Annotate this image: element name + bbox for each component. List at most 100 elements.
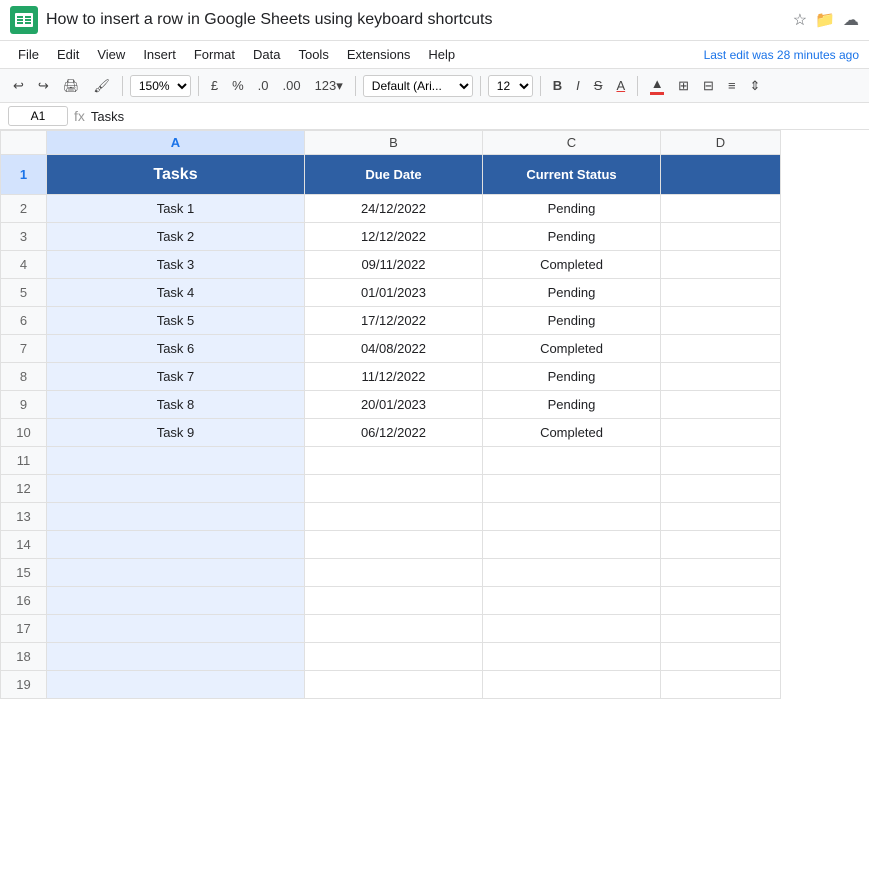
table-cell[interactable] <box>661 195 781 223</box>
table-cell[interactable]: 24/12/2022 <box>305 195 483 223</box>
menu-format[interactable]: Format <box>186 43 243 66</box>
table-cell[interactable] <box>305 643 483 671</box>
table-cell[interactable] <box>661 155 781 195</box>
table-cell[interactable]: Pending <box>483 223 661 251</box>
table-cell[interactable] <box>661 363 781 391</box>
italic-button[interactable]: I <box>571 75 585 96</box>
table-cell[interactable]: 11/12/2022 <box>305 363 483 391</box>
menu-tools[interactable]: Tools <box>290 43 336 66</box>
folder-icon[interactable]: 📁 <box>815 10 835 30</box>
formula-input[interactable] <box>91 109 861 124</box>
table-cell[interactable] <box>483 671 661 699</box>
table-cell[interactable] <box>661 671 781 699</box>
undo-button[interactable]: ↩ <box>8 75 29 97</box>
table-cell[interactable] <box>47 587 305 615</box>
table-cell[interactable] <box>661 587 781 615</box>
table-cell[interactable]: Pending <box>483 363 661 391</box>
table-cell[interactable] <box>305 671 483 699</box>
currency-button[interactable]: £ <box>206 75 223 96</box>
table-cell[interactable] <box>483 531 661 559</box>
more-formats-button[interactable]: 123▾ <box>310 75 348 97</box>
align-button[interactable]: ≡ <box>723 75 741 96</box>
table-cell[interactable]: Task 8 <box>47 391 305 419</box>
font-select[interactable]: Default (Ari... Arial <box>363 75 473 97</box>
table-cell[interactable] <box>47 671 305 699</box>
menu-help[interactable]: Help <box>420 43 463 66</box>
table-cell[interactable] <box>47 531 305 559</box>
table-cell[interactable]: Pending <box>483 195 661 223</box>
table-cell[interactable] <box>305 559 483 587</box>
menu-extensions[interactable]: Extensions <box>339 43 419 66</box>
table-cell[interactable] <box>483 643 661 671</box>
table-cell[interactable] <box>661 335 781 363</box>
table-cell[interactable]: Completed <box>483 419 661 447</box>
col-header-a[interactable]: A <box>47 131 305 155</box>
table-cell[interactable] <box>47 559 305 587</box>
table-cell[interactable] <box>47 615 305 643</box>
table-cell[interactable] <box>483 475 661 503</box>
table-cell[interactable]: Task 7 <box>47 363 305 391</box>
fill-color-button[interactable]: ▲ <box>645 73 669 98</box>
table-cell[interactable] <box>47 503 305 531</box>
menu-file[interactable]: File <box>10 43 47 66</box>
table-cell[interactable]: Due Date <box>305 155 483 195</box>
table-cell[interactable] <box>47 447 305 475</box>
table-cell[interactable] <box>661 307 781 335</box>
table-cell[interactable]: Task 9 <box>47 419 305 447</box>
table-cell[interactable] <box>661 391 781 419</box>
table-cell[interactable]: Pending <box>483 307 661 335</box>
more-icon-button[interactable]: ⇕ <box>745 75 766 97</box>
table-cell[interactable] <box>305 475 483 503</box>
cell-ref-input[interactable] <box>8 106 68 126</box>
table-cell[interactable]: Completed <box>483 335 661 363</box>
table-cell[interactable]: Current Status <box>483 155 661 195</box>
table-cell[interactable]: Task 5 <box>47 307 305 335</box>
zoom-select[interactable]: 150% 100% 75% <box>130 75 191 97</box>
table-cell[interactable] <box>661 223 781 251</box>
table-cell[interactable]: Task 6 <box>47 335 305 363</box>
table-cell[interactable] <box>305 531 483 559</box>
table-cell[interactable] <box>661 419 781 447</box>
strikethrough-button[interactable]: S <box>589 75 608 96</box>
table-cell[interactable]: Pending <box>483 391 661 419</box>
table-cell[interactable] <box>47 643 305 671</box>
table-cell[interactable] <box>47 475 305 503</box>
col-header-c[interactable]: C <box>483 131 661 155</box>
table-cell[interactable] <box>305 447 483 475</box>
table-cell[interactable]: Pending <box>483 279 661 307</box>
table-cell[interactable]: Task 4 <box>47 279 305 307</box>
table-cell[interactable] <box>483 559 661 587</box>
table-cell[interactable] <box>661 475 781 503</box>
table-cell[interactable]: 06/12/2022 <box>305 419 483 447</box>
table-cell[interactable] <box>305 503 483 531</box>
decimal0-button[interactable]: .0 <box>253 75 274 96</box>
table-cell[interactable]: Task 1 <box>47 195 305 223</box>
table-cell[interactable] <box>483 615 661 643</box>
table-cell[interactable] <box>305 587 483 615</box>
table-cell[interactable] <box>661 447 781 475</box>
menu-view[interactable]: View <box>89 43 133 66</box>
star-icon[interactable]: ☆ <box>793 10 807 30</box>
borders-button[interactable]: ⊞ <box>673 75 694 97</box>
menu-edit[interactable]: Edit <box>49 43 87 66</box>
text-color-button[interactable]: A <box>611 75 630 96</box>
redo-button[interactable]: ↪ <box>33 75 54 97</box>
paint-format-button[interactable]: 🖌 <box>88 75 115 97</box>
table-cell[interactable] <box>661 251 781 279</box>
table-cell[interactable]: Task 3 <box>47 251 305 279</box>
table-cell[interactable] <box>483 587 661 615</box>
table-cell[interactable] <box>483 447 661 475</box>
percent-button[interactable]: % <box>227 75 249 96</box>
menu-insert[interactable]: Insert <box>135 43 184 66</box>
table-cell[interactable]: Completed <box>483 251 661 279</box>
table-cell[interactable] <box>661 643 781 671</box>
table-cell[interactable]: 01/01/2023 <box>305 279 483 307</box>
print-button[interactable]: 🖨 <box>58 75 85 97</box>
table-cell[interactable] <box>661 279 781 307</box>
col-header-d[interactable]: D <box>661 131 781 155</box>
bold-button[interactable]: B <box>548 75 567 96</box>
font-size-select[interactable]: 12 10 14 <box>488 75 533 97</box>
table-cell[interactable]: 12/12/2022 <box>305 223 483 251</box>
table-cell[interactable] <box>661 531 781 559</box>
table-cell[interactable] <box>305 615 483 643</box>
